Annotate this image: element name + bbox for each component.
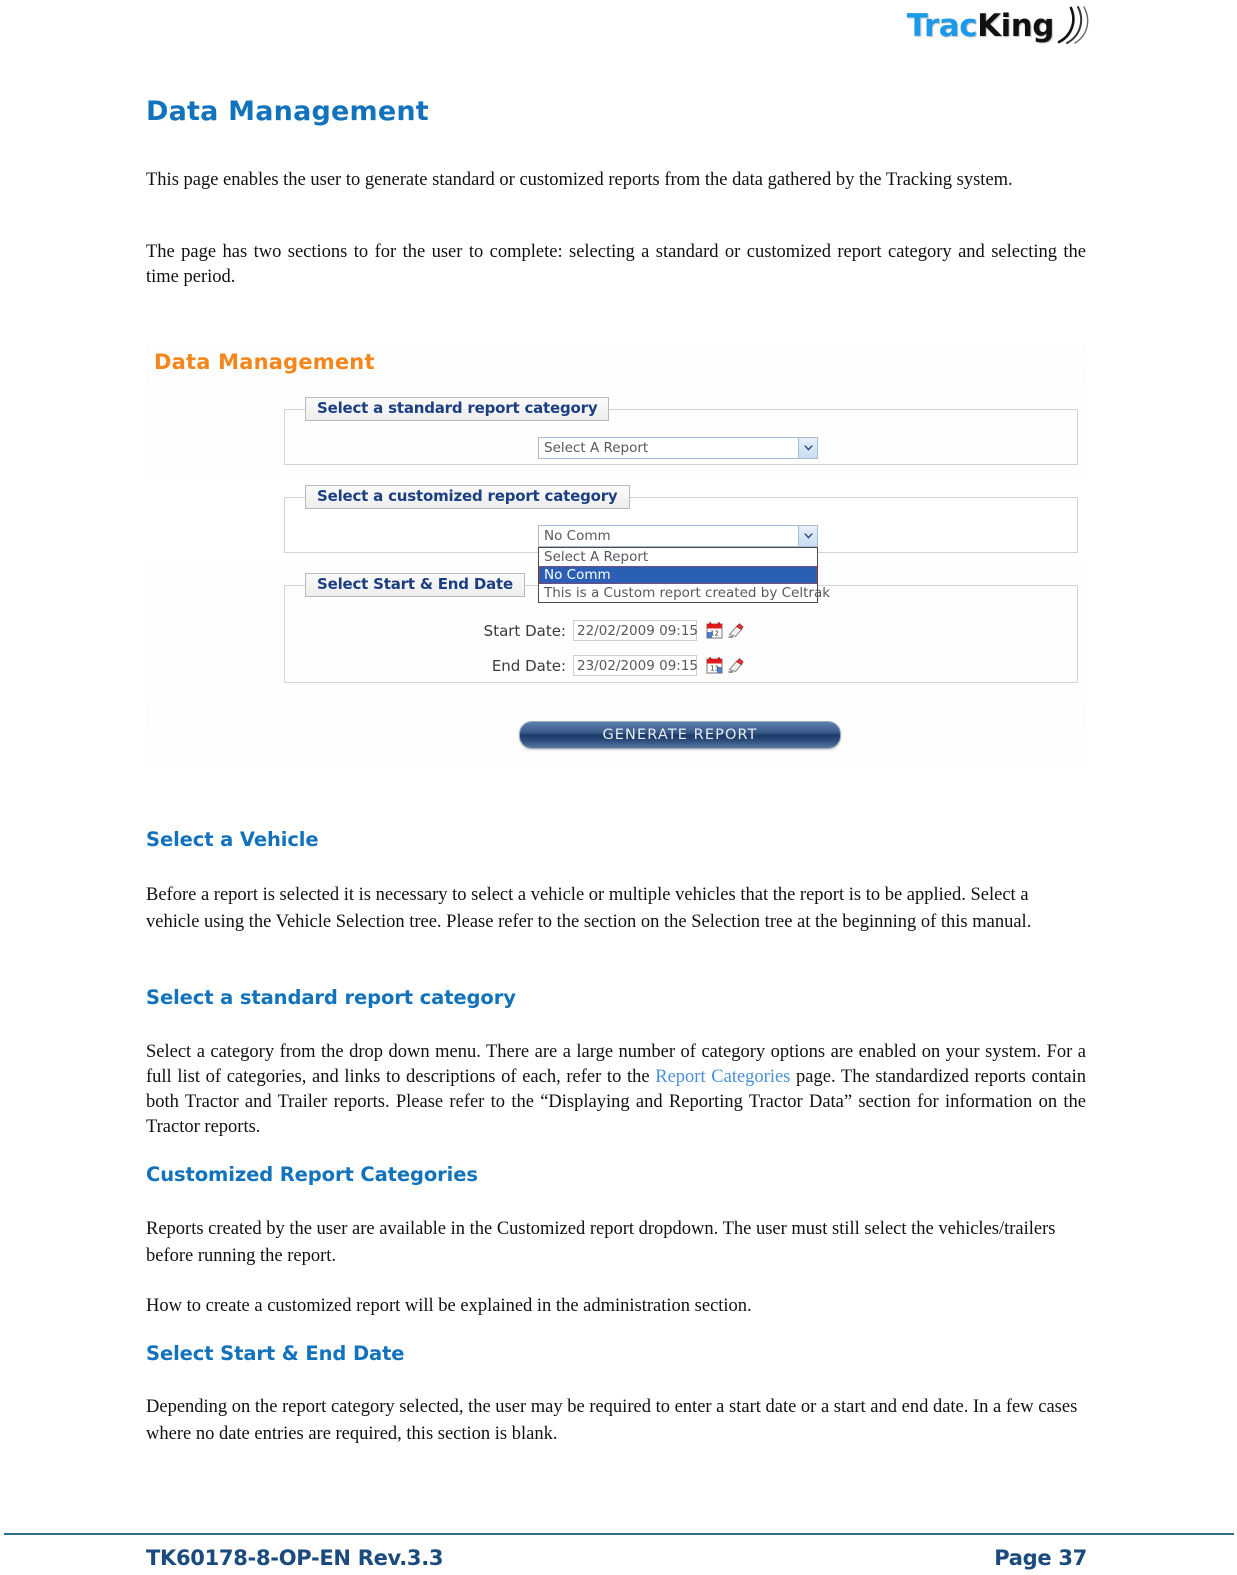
signal-waves-icon bbox=[1055, 6, 1089, 46]
footer-document-reference: TK60178-8-OP-EN Rev.3.3 bbox=[146, 1546, 444, 1570]
section-heading-select-start-end-date: Select Start & End Date bbox=[146, 1342, 405, 1365]
page-title: Data Management bbox=[146, 96, 429, 127]
customized-report-dropdown-list[interactable]: Select A Report No Comm This is a Custom… bbox=[538, 547, 830, 603]
start-date-input[interactable]: 22/02/2009 09:15 bbox=[573, 620, 698, 641]
start-date-icons: 12 bbox=[706, 622, 744, 639]
customized-report-select-value: No Comm bbox=[544, 528, 611, 544]
section-body-select-a-vehicle: Before a report is selected it is necess… bbox=[146, 885, 1032, 932]
app-screenshot-figure: Data Management Select a standard report… bbox=[146, 345, 1086, 762]
screenshot-page-title: Data Management bbox=[154, 350, 375, 374]
eraser-icon[interactable] bbox=[727, 657, 744, 674]
section-heading-standard-report-category: Select a standard report category bbox=[146, 986, 516, 1009]
footer-divider bbox=[4, 1533, 1234, 1535]
section-heading-select-a-vehicle: Select a Vehicle bbox=[146, 828, 319, 851]
generate-report-button[interactable]: GENERATE REPORT bbox=[519, 721, 841, 749]
end-date-input[interactable]: 23/02/2009 09:15 bbox=[573, 655, 698, 676]
calendar-icon[interactable]: 13 bbox=[706, 657, 723, 674]
logo-text-k: K bbox=[977, 8, 1001, 44]
generate-report-button-label: GENERATE REPORT bbox=[602, 727, 758, 743]
section-body-customized-report-categories-2: How to create a customized report will b… bbox=[146, 1296, 752, 1316]
standard-report-category-legend: Select a standard report category bbox=[305, 397, 610, 421]
standard-report-select-value: Select A Report bbox=[544, 440, 649, 456]
dropdown-option-1[interactable]: No Comm bbox=[539, 566, 817, 584]
intro-paragraph-2: The page has two sections to for the use… bbox=[146, 242, 1086, 287]
customized-report-category-legend: Select a customized report category bbox=[305, 485, 630, 509]
logo-text-ing: ing bbox=[1000, 8, 1055, 44]
intro-paragraph-1: This page enables the user to generate s… bbox=[146, 170, 1013, 190]
report-categories-link[interactable]: Report Categories bbox=[655, 1067, 790, 1087]
end-date-label: End Date: bbox=[491, 656, 566, 675]
dropdown-option-0[interactable]: Select A Report bbox=[539, 548, 817, 566]
standard-report-select[interactable]: Select A Report bbox=[538, 437, 818, 459]
logo-text-trac: Trac bbox=[906, 8, 978, 44]
end-date-row: End Date: 23/02/2009 09:15 13 bbox=[476, 655, 744, 676]
chevron-down-icon[interactable] bbox=[798, 526, 817, 546]
chevron-down-icon[interactable] bbox=[798, 438, 817, 458]
start-end-date-legend: Select Start & End Date bbox=[305, 573, 525, 597]
end-date-icons: 13 bbox=[706, 657, 744, 674]
section-heading-customized-report-categories: Customized Report Categories bbox=[146, 1163, 478, 1186]
page-header: Trac King bbox=[0, 0, 1237, 62]
eraser-icon[interactable] bbox=[727, 622, 744, 639]
start-date-label: Start Date: bbox=[483, 621, 566, 640]
section-body-select-start-end-date: Depending on the report category selecte… bbox=[146, 1397, 1078, 1444]
section-body-standard-report-category: Select a category from the drop down men… bbox=[146, 1040, 1086, 1140]
footer-page-number: Page 37 bbox=[994, 1546, 1087, 1570]
calendar-icon[interactable]: 12 bbox=[706, 622, 723, 639]
dropdown-option-2[interactable]: This is a Custom report created by Celtr… bbox=[539, 584, 830, 602]
start-date-row: Start Date: 22/02/2009 09:15 12 bbox=[476, 620, 744, 641]
tracking-logo: Trac King bbox=[907, 4, 1089, 48]
customized-report-select[interactable]: No Comm bbox=[538, 525, 818, 547]
section-body-customized-report-categories: Reports created by the user are availabl… bbox=[146, 1219, 1056, 1266]
